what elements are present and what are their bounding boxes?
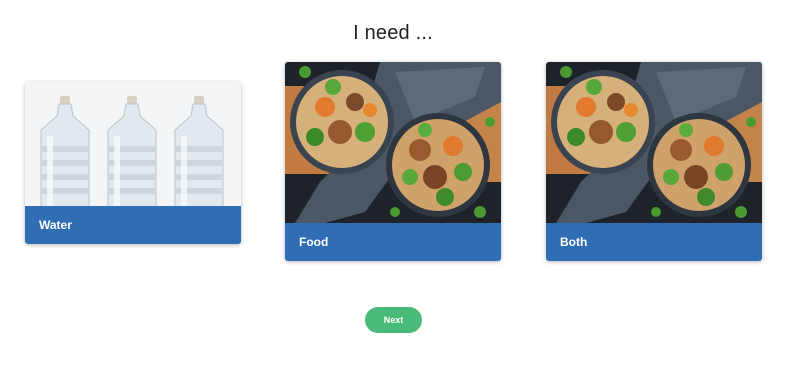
- food-bowls-image: [285, 62, 501, 223]
- option-label-both: Both: [546, 223, 762, 261]
- option-card-water[interactable]: Water: [25, 82, 241, 244]
- option-label-water: Water: [25, 206, 241, 244]
- next-button[interactable]: Next: [365, 307, 422, 333]
- option-card-both[interactable]: Both: [546, 62, 762, 261]
- food-bowls-image: [546, 62, 762, 223]
- page-title: I need ...: [353, 22, 433, 44]
- option-card-food[interactable]: Food: [285, 62, 501, 261]
- option-label-food: Food: [285, 223, 501, 261]
- water-bottles-image: [25, 82, 241, 206]
